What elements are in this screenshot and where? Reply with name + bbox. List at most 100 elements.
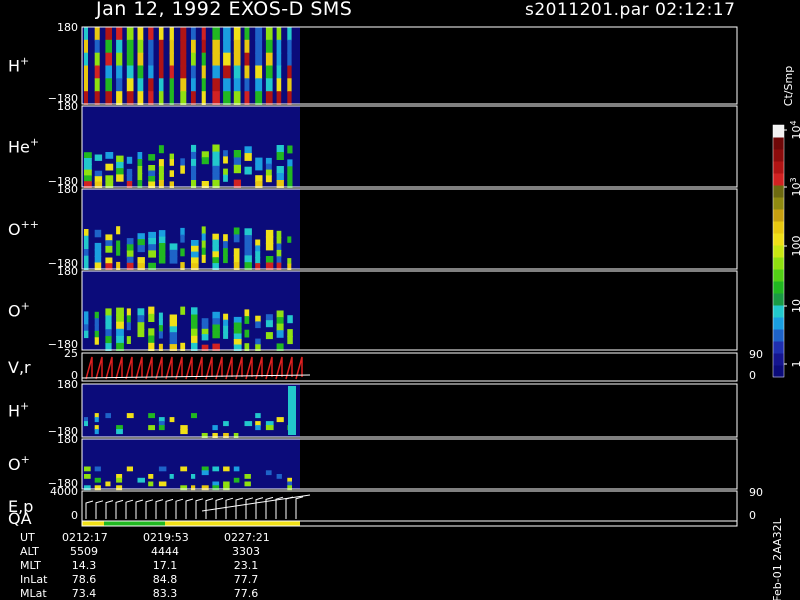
colorbar-swatch	[773, 305, 784, 318]
spectrogram-cell	[244, 91, 250, 105]
spectrogram-cell	[137, 65, 144, 80]
velocity-trace	[145, 356, 153, 380]
spectrogram-cell	[233, 316, 242, 324]
spectrogram-cell	[148, 52, 154, 67]
spectrogram-cell	[276, 65, 282, 80]
footer-row-label: MLat	[20, 587, 47, 600]
energy-trace	[235, 497, 244, 519]
spectrogram-cell	[191, 307, 198, 316]
energy-trace	[165, 498, 174, 519]
spectrogram-cell	[105, 322, 112, 331]
spectrogram-cell	[158, 481, 167, 487]
spectrogram-cell	[116, 429, 123, 435]
spectrogram-cell	[94, 429, 99, 435]
spectrogram-cell	[126, 91, 134, 105]
energy-trace	[95, 500, 104, 519]
spectrogram-cell	[169, 52, 174, 67]
spectrogram-cell	[158, 236, 166, 245]
spectrogram-cell	[84, 330, 89, 339]
spectrogram-cell	[105, 413, 111, 419]
spectrogram-cell	[276, 330, 284, 338]
spectrogram-cell	[169, 170, 174, 177]
spectrogram-cell	[223, 174, 228, 182]
energy-trace	[205, 498, 214, 519]
spectrogram-cell	[212, 172, 220, 181]
spectrogram-cell	[94, 242, 102, 251]
colorbar-swatch	[773, 353, 784, 366]
spectrogram-cell	[148, 65, 154, 80]
spectrogram-cell	[265, 470, 272, 476]
spectrogram-cell	[191, 65, 196, 80]
qa-label: QA	[8, 509, 32, 528]
velocity-trace	[115, 356, 123, 380]
y-tick-top: 180	[57, 265, 78, 278]
spectrogram-cell	[137, 477, 145, 483]
spectrogram-cell	[94, 65, 100, 80]
spectrogram-cell	[287, 91, 292, 105]
panel-8	[81, 490, 738, 522]
spectrogram-cell	[276, 173, 284, 181]
spectrogram-cell	[287, 236, 292, 243]
panel-3	[81, 188, 738, 270]
footer-value: 0212:17	[62, 531, 108, 544]
velocity-trace	[175, 356, 183, 380]
spectrogram-cell	[244, 228, 252, 237]
spectrogram-cell	[255, 239, 261, 247]
spectrogram-cell	[233, 52, 241, 67]
panel-label-superscript: ++	[21, 218, 39, 231]
spectrogram-cell	[287, 336, 293, 345]
spectrogram-cell	[105, 39, 112, 54]
velocity-trace	[195, 356, 203, 380]
spectrogram-cell	[126, 466, 133, 472]
spectrogram-cell	[94, 154, 103, 161]
spectrogram-cell	[276, 317, 284, 325]
spectrogram-cell	[116, 477, 123, 483]
spectrogram-cell	[212, 311, 220, 320]
spectrogram-cell	[126, 315, 131, 324]
spectrogram-cell	[105, 78, 112, 93]
spectrogram-cell	[84, 175, 92, 183]
spectrogram-cell	[126, 27, 134, 41]
spectrogram-cell	[223, 39, 231, 54]
colorbar-swatch	[773, 257, 784, 270]
spectrogram-cell	[212, 245, 219, 253]
spectrogram-cell	[169, 417, 175, 423]
energy-trace	[105, 500, 114, 519]
panel-label-superscript: +	[21, 453, 30, 466]
spectrogram-cell	[265, 39, 273, 54]
spectrogram-cell	[126, 52, 134, 67]
panel-5	[81, 352, 738, 382]
spectrogram-cell	[244, 27, 250, 41]
spectrogram-cell	[244, 481, 251, 487]
spectrogram-cell	[180, 165, 185, 174]
spectrogram-cell	[233, 227, 240, 236]
spectrogram-cell	[148, 27, 154, 41]
spectrogram-cell	[265, 332, 273, 340]
spectrogram-cell	[126, 308, 131, 317]
spectrogram-cell	[94, 78, 100, 93]
spectrogram-cell	[158, 318, 163, 327]
spectrogram-cell	[137, 166, 143, 174]
spectrogram-cell	[84, 39, 88, 54]
panel-1	[81, 26, 738, 105]
spectrogram-cell	[94, 27, 100, 41]
spectrogram-cell	[287, 173, 293, 182]
spectrogram-cell	[158, 243, 166, 251]
footer-value: 0227:21	[224, 531, 270, 544]
spectrogram-cell	[223, 156, 228, 164]
spectrogram-cell	[276, 27, 282, 41]
spectrogram-cell	[233, 65, 241, 80]
spectrogram-cell	[158, 466, 167, 472]
spectrogram-cell	[223, 150, 228, 158]
spectrogram-cell	[265, 169, 272, 177]
spectrogram-cell	[201, 233, 206, 242]
spectrogram-cell	[276, 323, 284, 332]
spectrogram-cell	[126, 39, 134, 54]
spectrogram-cell	[223, 52, 231, 67]
spectrogram-cell	[84, 78, 88, 93]
spectrogram-cell	[126, 244, 134, 252]
panel-label-5: V,r	[8, 358, 31, 377]
spectrogram-cell	[255, 163, 263, 171]
spectrogram-cell	[233, 27, 241, 41]
spectrogram-cell	[169, 249, 178, 258]
